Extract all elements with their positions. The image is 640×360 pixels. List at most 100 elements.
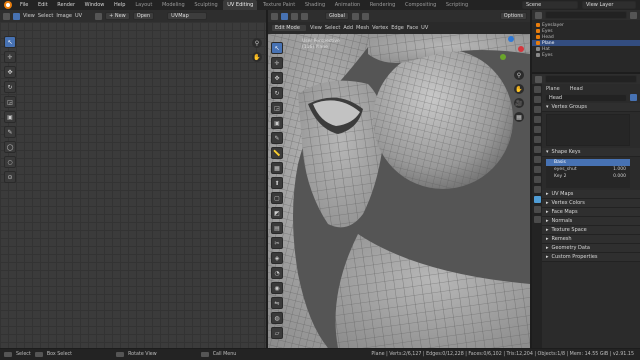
vp-annotate-tool-icon[interactable]: ✎ xyxy=(271,132,283,144)
cursor-tool-icon[interactable]: ✛ xyxy=(4,51,16,63)
scene-selector[interactable]: Scene xyxy=(522,1,578,9)
shape-key-row[interactable]: Key 2 0.000 xyxy=(546,173,630,180)
vp-menu-vertex[interactable]: Vertex xyxy=(372,25,388,31)
vp-spin-tool-icon[interactable]: ◔ xyxy=(271,267,283,279)
vp-menu-edge[interactable]: Edge xyxy=(391,25,404,31)
vp-rotate-tool-icon[interactable]: ↻ xyxy=(271,87,283,99)
texture-tab-icon[interactable] xyxy=(533,216,541,223)
proportional-icon[interactable] xyxy=(361,12,369,20)
vp-measure-tool-icon[interactable]: 📏 xyxy=(271,147,283,159)
rotate-tool-icon[interactable]: ↻ xyxy=(4,81,16,93)
vp-extrude-tool-icon[interactable]: ⬆ xyxy=(271,177,283,189)
edge-select-icon[interactable] xyxy=(291,12,298,20)
gizmo-z-icon[interactable] xyxy=(508,36,514,42)
viewport-editor-icon[interactable] xyxy=(271,12,278,20)
tab-modeling[interactable]: Modeling xyxy=(158,0,189,10)
vp-smooth-tool-icon[interactable]: ◉ xyxy=(271,282,283,294)
panel-vertex-groups[interactable]: ▾ Vertex Groups xyxy=(542,103,640,112)
options-button[interactable]: Options xyxy=(499,12,527,20)
modifier-tab-icon[interactable] xyxy=(533,156,541,163)
transform-tool-icon[interactable]: ▣ xyxy=(4,111,16,123)
new-image-button[interactable]: + New xyxy=(105,12,130,20)
tab-sculpting[interactable]: Sculpting xyxy=(190,0,221,10)
vp-inset-tool-icon[interactable]: ▢ xyxy=(271,192,283,204)
panel-face-maps[interactable]: ▸ Face Maps xyxy=(542,208,640,217)
editor-type-icon[interactable] xyxy=(3,12,10,20)
vp-polybuild-tool-icon[interactable]: ◈ xyxy=(271,252,283,264)
shape-key-value[interactable]: 1.000 xyxy=(613,167,630,172)
vp-camera-icon[interactable]: 🎥 xyxy=(514,98,524,108)
tool-tab-icon[interactable] xyxy=(533,86,541,93)
tab-layout[interactable]: Layout xyxy=(131,0,156,10)
vp-menu-select[interactable]: Select xyxy=(325,25,340,31)
filter-icon[interactable] xyxy=(630,11,637,19)
vp-edge-slide-tool-icon[interactable]: ⇋ xyxy=(271,297,283,309)
snap-icon[interactable] xyxy=(351,12,359,20)
zoom-icon[interactable]: ⚲ xyxy=(252,38,262,48)
move-tool-icon[interactable]: ✥ xyxy=(4,66,16,78)
vp-add-cube-tool-icon[interactable]: ▦ xyxy=(271,162,283,174)
navigation-gizmo[interactable] xyxy=(496,36,526,66)
vp-scale-tool-icon[interactable]: ◲ xyxy=(271,102,283,114)
view-layer-tab-icon[interactable] xyxy=(533,116,541,123)
uv-editor-grid[interactable]: ↖ ✛ ✥ ↻ ◲ ▣ ✎ ◯ ○ ⊙ ⚲ ✋ xyxy=(0,22,266,348)
mesh-data-tab-icon[interactable] xyxy=(533,196,541,203)
physics-tab-icon[interactable] xyxy=(533,176,541,183)
blender-logo-icon[interactable] xyxy=(4,1,12,9)
tab-rendering[interactable]: Rendering xyxy=(366,0,400,10)
particles-tab-icon[interactable] xyxy=(533,166,541,173)
uv-menu-uv[interactable]: UV xyxy=(75,13,82,19)
uvmap-selector[interactable]: UVMap xyxy=(167,12,208,20)
shape-keys-list[interactable]: Basis eyes_shut 1.000 Key 2 0.000 xyxy=(546,159,630,188)
vp-pan-icon[interactable]: ✋ xyxy=(514,84,524,94)
vp-ortho-icon[interactable]: ▦ xyxy=(514,112,524,122)
outliner-item[interactable]: Eyes xyxy=(532,52,640,58)
panel-geometry-data[interactable]: ▸ Geometry Data xyxy=(542,244,640,253)
3d-viewport[interactable]: User Perspective (116) Plane ↖ ✛ ✥ ↻ ◲ ▣… xyxy=(268,34,530,348)
constraints-tab-icon[interactable] xyxy=(533,186,541,193)
tab-shading[interactable]: Shading xyxy=(301,0,329,10)
menu-help[interactable]: Help xyxy=(110,0,129,10)
material-tab-icon[interactable] xyxy=(533,206,541,213)
face-select-icon[interactable] xyxy=(301,12,308,20)
shape-key-value[interactable]: 0.000 xyxy=(613,174,630,179)
tab-uv-editing[interactable]: UV Editing xyxy=(223,0,258,10)
shape-key-row[interactable]: Basis xyxy=(546,159,630,166)
vertex-select-icon[interactable] xyxy=(281,12,288,20)
tab-texture-paint[interactable]: Texture Paint xyxy=(259,0,299,10)
vp-knife-tool-icon[interactable]: ✂ xyxy=(271,237,283,249)
vp-move-tool-icon[interactable]: ✥ xyxy=(271,72,283,84)
open-image-button[interactable]: Open xyxy=(132,12,155,20)
mesh-data-name-field[interactable]: Head xyxy=(545,94,627,102)
orientation-selector[interactable]: Global xyxy=(325,12,349,20)
vp-menu-add[interactable]: Add xyxy=(343,25,353,31)
relax-tool-icon[interactable]: ○ xyxy=(4,156,16,168)
properties-search-input[interactable] xyxy=(545,75,637,83)
tab-scripting[interactable]: Scripting xyxy=(442,0,472,10)
panel-uv-maps[interactable]: ▸ UV Maps xyxy=(542,190,640,199)
tab-animation[interactable]: Animation xyxy=(331,0,365,10)
vp-menu-face[interactable]: Face xyxy=(407,25,418,31)
select-mode-icon[interactable] xyxy=(13,12,20,20)
panel-normals[interactable]: ▸ Normals xyxy=(542,217,640,226)
vp-menu-view[interactable]: View xyxy=(310,25,322,31)
gizmo-x-icon[interactable] xyxy=(518,46,524,52)
mode-selector[interactable]: Edit Mode xyxy=(271,24,307,32)
vp-menu-uv[interactable]: UV xyxy=(421,25,428,31)
pinch-tool-icon[interactable]: ⊙ xyxy=(4,171,16,183)
menu-render[interactable]: Render xyxy=(53,0,79,10)
tab-compositing[interactable]: Compositing xyxy=(401,0,440,10)
image-browse-icon[interactable] xyxy=(95,12,103,20)
vp-cursor-tool-icon[interactable]: ✛ xyxy=(271,57,283,69)
vp-zoom-icon[interactable]: ⚲ xyxy=(514,70,524,80)
uv-menu-select[interactable]: Select xyxy=(38,13,53,19)
vp-shear-tool-icon[interactable]: ▱ xyxy=(271,327,283,339)
vp-transform-tool-icon[interactable]: ▣ xyxy=(271,117,283,129)
uv-menu-image[interactable]: Image xyxy=(56,13,72,19)
vp-shrink-tool-icon[interactable]: ◍ xyxy=(271,312,283,324)
outliner-editor-icon[interactable] xyxy=(535,11,542,19)
vp-bevel-tool-icon[interactable]: ◩ xyxy=(271,207,283,219)
vertex-groups-list[interactable] xyxy=(546,114,630,146)
vp-loopcut-tool-icon[interactable]: ▤ xyxy=(271,222,283,234)
shape-key-row[interactable]: eyes_shut 1.000 xyxy=(546,166,630,173)
